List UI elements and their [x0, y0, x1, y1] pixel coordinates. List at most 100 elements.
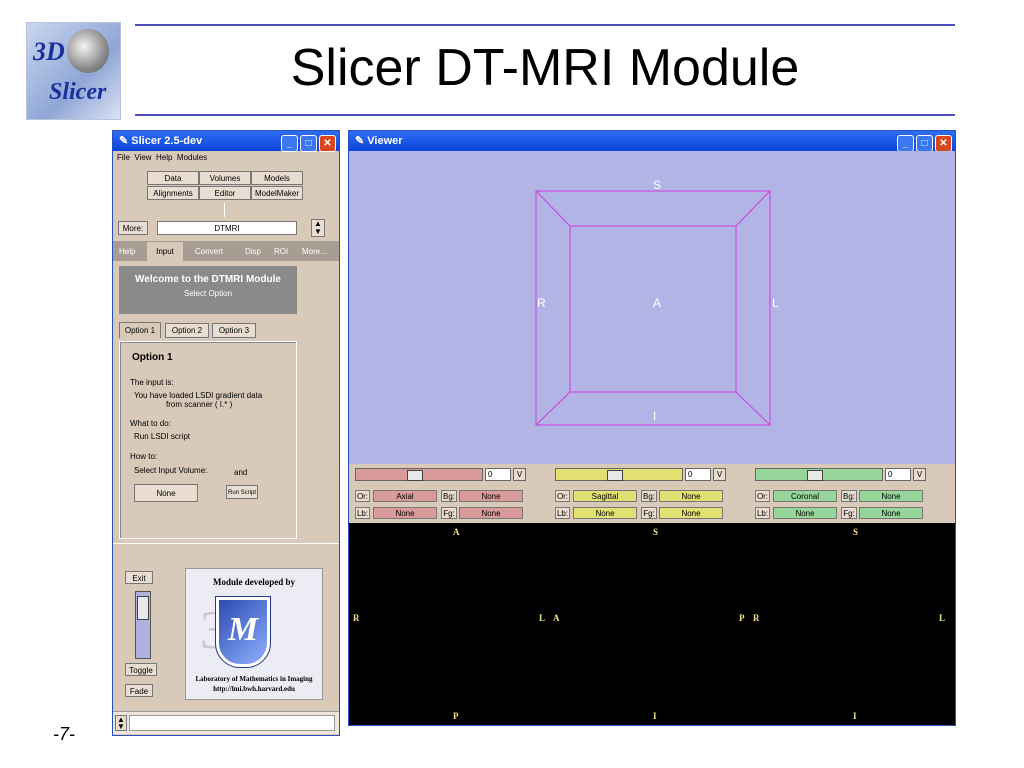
- label-3d-left: R: [537, 296, 546, 310]
- tab-option-1[interactable]: Option 1: [119, 322, 161, 338]
- input-label: The input is:: [130, 378, 174, 387]
- window-title: Slicer 2.5-dev: [131, 135, 203, 147]
- sagittal-lb-menu[interactable]: None: [573, 507, 637, 519]
- coronal-orient-right: L: [939, 613, 946, 623]
- viewer-title-bar: ✎ Viewer _ □ ✕: [349, 131, 955, 152]
- axial-slice-view[interactable]: A P R L: [349, 523, 551, 723]
- feather-icon: ✎: [119, 135, 129, 147]
- module-select[interactable]: DTMRI: [157, 221, 297, 235]
- sagittal-bg-label: Bg:: [641, 490, 657, 502]
- axial-orient-bottom: P: [453, 711, 459, 721]
- modelmaker-button[interactable]: ModelMaker: [251, 186, 303, 200]
- title-bar: ✎ Slicer 2.5-dev _ □ ✕: [113, 131, 339, 152]
- axial-offset-field[interactable]: 0: [485, 468, 511, 481]
- tab-convert[interactable]: Convert: [195, 247, 223, 256]
- axial-slice-slider[interactable]: [355, 468, 483, 481]
- sagittal-orientation-menu[interactable]: Sagittal: [573, 490, 637, 502]
- axial-bg-label: Bg:: [441, 490, 457, 502]
- close-icon[interactable]: ✕: [319, 135, 336, 152]
- coronal-visibility-button[interactable]: V: [913, 468, 926, 481]
- run-script-button[interactable]: Run Script: [226, 485, 258, 499]
- coronal-orient-top: S: [853, 527, 859, 537]
- menu-bar: File View Help Modules: [117, 153, 207, 162]
- feather-icon: ✎: [355, 135, 365, 147]
- sagittal-fg-menu[interactable]: None: [659, 507, 723, 519]
- axial-visibility-button[interactable]: V: [513, 468, 526, 481]
- sagittal-orient-left: A: [553, 613, 560, 623]
- coronal-lb-menu[interactable]: None: [773, 507, 837, 519]
- menu-view[interactable]: View: [134, 153, 151, 162]
- close-icon[interactable]: ✕: [935, 135, 952, 152]
- label-3d-center: A: [653, 296, 662, 310]
- menu-file[interactable]: File: [117, 153, 130, 162]
- volumes-button[interactable]: Volumes: [199, 171, 251, 185]
- axial-or-label: Or:: [355, 490, 370, 502]
- input-text-line2: from scanner ( I.* ): [166, 400, 233, 409]
- tab-more[interactable]: More...: [302, 247, 327, 256]
- menu-modules[interactable]: Modules: [177, 153, 207, 162]
- sagittal-slice-slider[interactable]: [555, 468, 683, 481]
- welcome-title: Welcome to the DTMRI Module: [135, 274, 281, 285]
- spinner-arrows-icon: ▲ ▼: [314, 219, 322, 236]
- more-button[interactable]: More:: [118, 221, 148, 235]
- tab-roi[interactable]: ROI: [274, 247, 288, 256]
- sagittal-visibility-button[interactable]: V: [713, 468, 726, 481]
- axial-lb-menu[interactable]: None: [373, 507, 437, 519]
- data-button[interactable]: Data: [147, 171, 199, 185]
- maximize-icon[interactable]: □: [300, 135, 317, 152]
- minimize-icon[interactable]: _: [281, 135, 298, 152]
- coronal-fg-menu[interactable]: None: [859, 507, 923, 519]
- toggle-button[interactable]: Toggle: [125, 663, 157, 676]
- axial-slider-thumb[interactable]: [407, 470, 423, 481]
- module-spinner[interactable]: ▲ ▼: [311, 219, 325, 237]
- coronal-or-label: Or:: [755, 490, 770, 502]
- sagittal-slider-thumb[interactable]: [607, 470, 623, 481]
- fade-button[interactable]: Fade: [125, 684, 153, 697]
- maximize-icon[interactable]: □: [916, 135, 933, 152]
- models-button[interactable]: Models: [251, 171, 303, 185]
- sagittal-orient-right: P: [739, 613, 745, 623]
- sagittal-or-label: Or:: [555, 490, 570, 502]
- sagittal-bg-menu[interactable]: None: [659, 490, 723, 502]
- box-edge: [535, 190, 571, 227]
- spinner-arrows-icon: ▲ ▼: [117, 715, 125, 731]
- alignments-button[interactable]: Alignments: [147, 186, 199, 200]
- logo-text-3d: 3D: [33, 37, 65, 66]
- menu-help[interactable]: Help: [156, 153, 172, 162]
- axial-orient-top: A: [453, 527, 460, 537]
- axial-fg-label: Fg:: [441, 507, 457, 519]
- axial-bg-menu[interactable]: None: [459, 490, 523, 502]
- tab-help[interactable]: Help: [119, 247, 135, 256]
- exit-button[interactable]: Exit: [125, 571, 153, 584]
- box-edge: [735, 190, 771, 227]
- tab-disp[interactable]: Disp: [245, 247, 261, 256]
- credit-top: Module developed by: [212, 577, 295, 587]
- sagittal-slice-view[interactable]: S I A P: [551, 523, 753, 723]
- tab-option-3[interactable]: Option 3: [212, 323, 256, 338]
- status-field[interactable]: [129, 715, 335, 731]
- minimize-icon[interactable]: _: [897, 135, 914, 152]
- input-volume-button[interactable]: None: [134, 484, 198, 502]
- sagittal-controls: 0 V Or: Sagittal Bg: None Lb: None Fg: None: [555, 468, 745, 522]
- sagittal-offset-field[interactable]: 0: [685, 468, 711, 481]
- axial-fg-menu[interactable]: None: [459, 507, 523, 519]
- editor-button[interactable]: Editor: [199, 186, 251, 200]
- status-spinner[interactable]: ▲ ▼: [115, 715, 127, 731]
- coronal-slice-view[interactable]: S I R L: [753, 523, 955, 723]
- axial-orientation-menu[interactable]: Axial: [373, 490, 437, 502]
- coronal-orientation-menu[interactable]: Coronal: [773, 490, 837, 502]
- divider: [224, 203, 225, 217]
- coronal-slider-thumb[interactable]: [807, 470, 823, 481]
- tab-input[interactable]: Input: [147, 242, 183, 261]
- tab-option-2[interactable]: Option 2: [165, 323, 209, 338]
- coronal-slice-slider[interactable]: [755, 468, 883, 481]
- coronal-bg-menu[interactable]: None: [859, 490, 923, 502]
- status-bar: ▲ ▼: [113, 711, 339, 734]
- coronal-offset-field[interactable]: 0: [885, 468, 911, 481]
- fade-slider-thumb[interactable]: [137, 596, 149, 620]
- bounding-box-wireframe: [535, 190, 771, 426]
- credit-panel: Module developed by 3L M Laboratory of M…: [185, 568, 323, 700]
- view-3d[interactable]: S I R L A: [349, 151, 955, 464]
- option-panel: Option 1 The input is: You have loaded L…: [119, 341, 297, 539]
- fade-slider[interactable]: [135, 591, 151, 659]
